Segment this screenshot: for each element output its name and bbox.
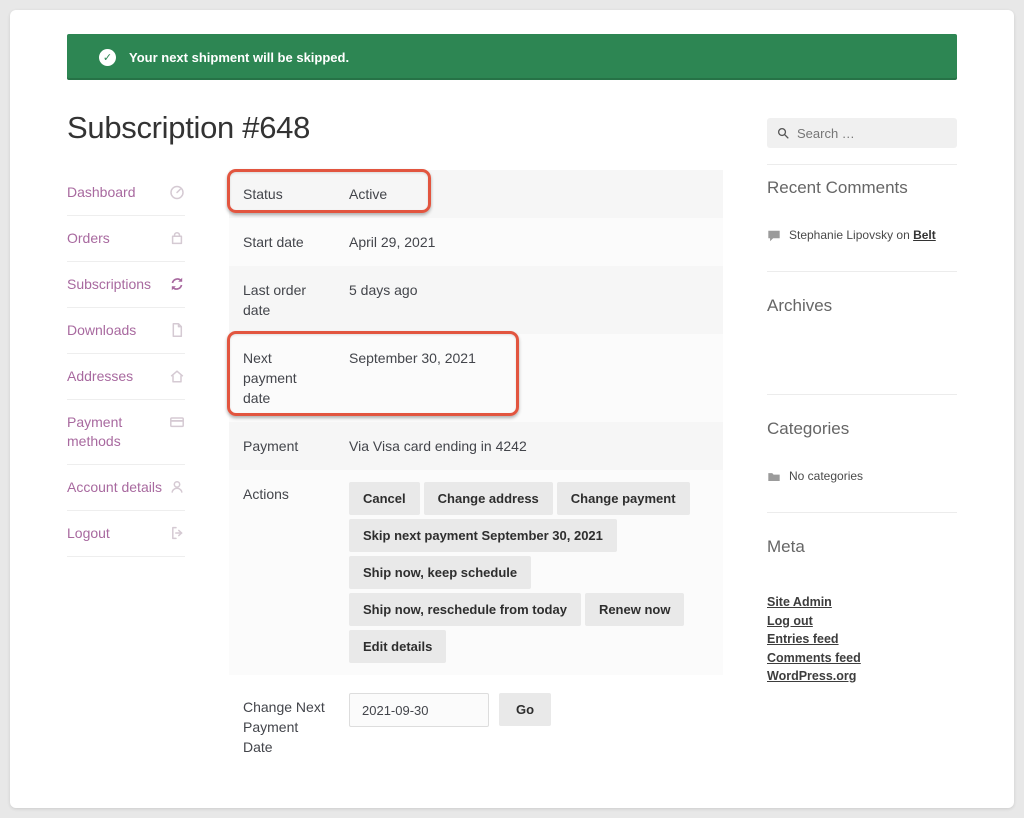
cancel-button[interactable]: Cancel <box>349 482 420 515</box>
page-content: Subscription #648 Dashboard <box>10 80 1014 771</box>
log-out-link[interactable]: Log out <box>767 612 813 631</box>
search-widget <box>767 80 957 165</box>
categories-empty-item: No categories <box>767 469 957 484</box>
folder-icon <box>767 470 781 484</box>
sidebar-item-account-details[interactable]: Account details <box>67 465 185 511</box>
widget-title: Archives <box>767 296 957 316</box>
check-circle-icon: ✓ <box>99 49 116 66</box>
comment-author: Stephanie Lipovsky on <box>789 228 913 242</box>
notice-text: Your next shipment will be skipped. <box>129 50 349 65</box>
sidebar-item-dashboard[interactable]: Dashboard <box>67 170 185 216</box>
last-order-date-value: 5 days ago <box>349 266 723 334</box>
date-input[interactable] <box>349 693 489 727</box>
comment-post-link[interactable]: Belt <box>913 228 936 242</box>
site-admin-link[interactable]: Site Admin <box>767 593 832 612</box>
sidebar-item-orders[interactable]: Orders <box>67 216 185 262</box>
renew-now-button[interactable]: Renew now <box>585 593 685 626</box>
logout-icon <box>169 525 185 541</box>
sidebar-item-label[interactable]: Logout <box>67 511 185 556</box>
search-icon <box>777 127 790 140</box>
downloads-icon <box>169 322 185 338</box>
meta-link-item: Site Admin <box>767 593 957 612</box>
sidebar-item-addresses[interactable]: Addresses <box>67 354 185 400</box>
meta-links: Site Admin Log out Entries feed Comments… <box>767 593 957 686</box>
categories-widget: Categories No categories <box>767 419 957 513</box>
sidebar-item-downloads[interactable]: Downloads <box>67 308 185 354</box>
sidebar-widgets: Recent Comments Stephanie Lipovsky on Be… <box>767 168 957 771</box>
account-details-icon <box>169 479 185 495</box>
search-input[interactable] <box>797 126 947 141</box>
comment-icon <box>767 229 781 243</box>
detail-row-next-payment-date: Next payment date September 30, 2021 <box>229 334 723 422</box>
status-value: Active <box>349 170 723 218</box>
comments-feed-link[interactable]: Comments feed <box>767 649 861 668</box>
sidebar-item-label[interactable]: Downloads <box>67 308 185 353</box>
ship-now-reschedule-button[interactable]: Ship now, reschedule from today <box>349 593 581 626</box>
widget-title: Recent Comments <box>767 178 957 198</box>
recent-comments-widget: Recent Comments Stephanie Lipovsky on Be… <box>767 178 957 272</box>
meta-widget: Meta Site Admin Log out Entries feed Com… <box>767 537 957 686</box>
detail-label: Last order date <box>229 266 349 334</box>
change-address-button[interactable]: Change address <box>424 482 553 515</box>
change-date-row: Change Next Payment Date Go <box>229 675 723 771</box>
page-title: Subscription #648 <box>67 110 723 146</box>
meta-link-item: Log out <box>767 612 957 631</box>
wordpress-org-link[interactable]: WordPress.org <box>767 667 856 686</box>
payment-method-value: Via Visa card ending in 4242 <box>349 422 723 470</box>
success-notice: ✓ Your next shipment will be skipped. <box>67 34 957 80</box>
orders-icon <box>169 230 185 246</box>
change-date-label: Change Next Payment Date <box>229 675 349 771</box>
meta-link-item: Comments feed <box>767 649 957 668</box>
search-box[interactable] <box>767 118 957 148</box>
archives-widget: Archives <box>767 296 957 395</box>
sidebar-item-label[interactable]: Subscriptions <box>67 262 185 307</box>
meta-link-item: WordPress.org <box>767 667 957 686</box>
widget-title: Meta <box>767 537 957 557</box>
sidebar-item-subscriptions[interactable]: Subscriptions <box>67 262 185 308</box>
go-button[interactable]: Go <box>499 693 551 726</box>
sidebar-item-payment-methods[interactable]: Payment methods <box>67 400 185 465</box>
payment-methods-icon <box>169 414 185 430</box>
ship-now-keep-schedule-button[interactable]: Ship now, keep schedule <box>349 556 531 589</box>
detail-label: Actions <box>229 470 349 675</box>
detail-row-last-order-date: Last order date 5 days ago <box>229 266 723 334</box>
next-payment-date-value: September 30, 2021 <box>349 334 723 422</box>
subscription-details: Status Active Start date April 29, 2021 … <box>229 168 723 771</box>
detail-label: Next payment date <box>229 334 349 422</box>
sidebar-item-logout[interactable]: Logout <box>67 511 185 557</box>
detail-label: Payment <box>229 422 349 470</box>
page-header: Subscription #648 <box>67 80 723 168</box>
sidebar-item-label[interactable]: Account details <box>67 465 185 510</box>
detail-row-start-date: Start date April 29, 2021 <box>229 218 723 266</box>
categories-empty-label: No categories <box>789 469 863 484</box>
account-navigation: Dashboard Orders <box>67 168 185 771</box>
detail-label: Start date <box>229 218 349 266</box>
edit-details-button[interactable]: Edit details <box>349 630 446 663</box>
start-date-value: April 29, 2021 <box>349 218 723 266</box>
comment-text: Stephanie Lipovsky on Belt <box>789 228 936 243</box>
detail-row-payment: Payment Via Visa card ending in 4242 <box>229 422 723 470</box>
sidebar-item-label[interactable]: Payment methods <box>67 400 185 464</box>
sidebar-item-label[interactable]: Dashboard <box>67 170 185 215</box>
change-payment-button[interactable]: Change payment <box>557 482 690 515</box>
addresses-icon <box>169 368 185 384</box>
subscriptions-icon <box>169 276 185 292</box>
change-date-controls: Go <box>349 675 551 771</box>
comment-item: Stephanie Lipovsky on Belt <box>767 228 957 243</box>
detail-row-actions: Actions Cancel Change address Change pay… <box>229 470 723 675</box>
meta-link-item: Entries feed <box>767 630 957 649</box>
sidebar-item-label[interactable]: Orders <box>67 216 185 261</box>
detail-row-status: Status Active <box>229 170 723 218</box>
dashboard-icon <box>169 184 185 200</box>
skip-next-payment-button[interactable]: Skip next payment September 30, 2021 <box>349 519 617 552</box>
widget-title: Categories <box>767 419 957 439</box>
sidebar-item-label[interactable]: Addresses <box>67 354 185 399</box>
entries-feed-link[interactable]: Entries feed <box>767 630 839 649</box>
subscription-table: Status Active Start date April 29, 2021 … <box>229 170 723 675</box>
content-card: ✓ Your next shipment will be skipped. Su… <box>10 10 1014 808</box>
detail-label: Status <box>229 170 349 218</box>
actions-button-group: Cancel Change address Change payment Ski… <box>349 470 723 675</box>
